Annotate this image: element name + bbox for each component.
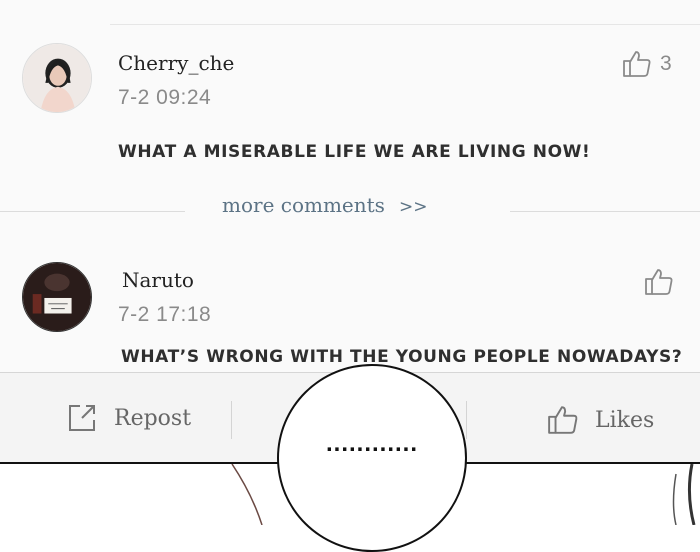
- comment-username[interactable]: Cherry_che: [118, 51, 234, 75]
- share-icon: [69, 405, 95, 431]
- comment-text: WHAT A MISERABLE LIFE WE ARE LIVING NOW!: [118, 142, 591, 162]
- comment-time: 7-2 09:24: [118, 86, 212, 109]
- comments-panel: Cherry_che 7-2 09:24 3 WHAT A MISERABLE …: [0, 0, 700, 372]
- comment-username[interactable]: Naruto: [122, 268, 194, 292]
- bar-divider: [466, 401, 467, 439]
- likes-label: Likes: [595, 407, 655, 433]
- repost-label: Repost: [114, 405, 192, 431]
- more-comments-link[interactable]: more comments >>: [222, 193, 427, 217]
- thumbs-up-icon: [623, 51, 651, 77]
- avatar[interactable]: [22, 262, 92, 332]
- comment-text: WHAT’S WRONG WITH THE YOUNG PEOPLE NOWAD…: [121, 347, 683, 367]
- speech-bubble-text: ............: [325, 430, 418, 457]
- more-comments-label: more comments: [222, 193, 385, 217]
- divider-line: [510, 211, 700, 212]
- like-button[interactable]: [644, 267, 674, 297]
- bar-divider: [231, 401, 232, 439]
- likes-button[interactable]: Likes: [547, 404, 654, 436]
- more-comments-arrows: >>: [398, 197, 428, 217]
- speech-bubble: ............: [277, 364, 467, 552]
- thumbs-up-icon: [548, 406, 578, 434]
- more-comments-row: more comments >>: [0, 193, 700, 221]
- comment-time: 7-2 17:18: [118, 303, 212, 326]
- avatar[interactable]: [22, 43, 92, 113]
- like-button[interactable]: 3: [622, 49, 672, 79]
- divider-line: [0, 211, 185, 212]
- divider-line: [110, 24, 700, 25]
- thumbs-up-icon: [645, 269, 673, 295]
- like-count: 3: [660, 52, 672, 75]
- repost-button[interactable]: Repost: [66, 402, 191, 434]
